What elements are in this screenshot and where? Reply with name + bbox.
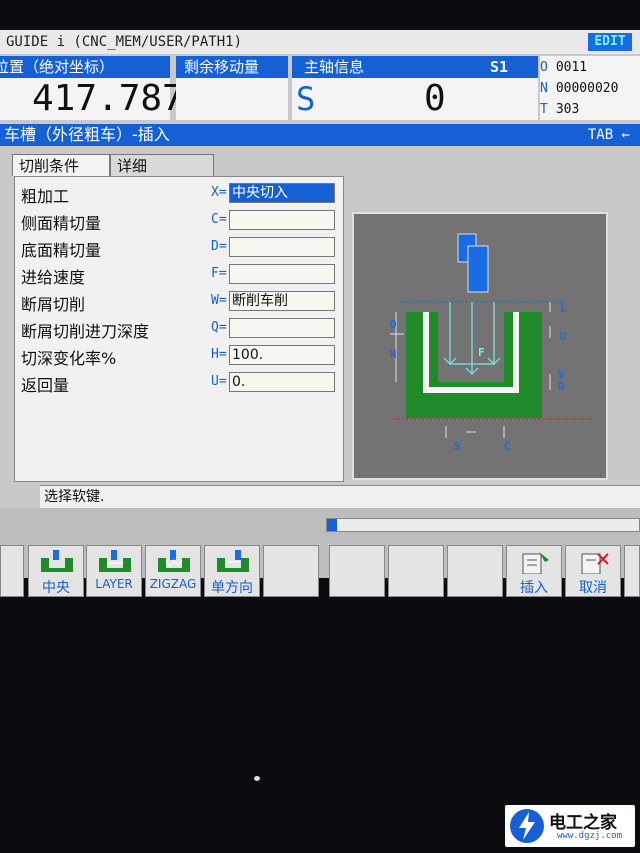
bottom-finish-field[interactable]: [229, 237, 335, 257]
remaining-panel: [176, 78, 288, 120]
spindle-s-letter: S: [296, 80, 316, 118]
title-bar: GUIDE i (CNC_MEM/USER/PATH1) EDIT: [0, 30, 640, 54]
sequence-number: 00000020: [555, 81, 619, 96]
insert-icon: [522, 552, 549, 574]
watermark-name: 电工之家: [549, 813, 617, 833]
softkey-blank-6[interactable]: [329, 545, 385, 597]
cnc-screen: GUIDE i (CNC_MEM/USER/PATH1) EDIT 位置（绝对坐…: [0, 30, 640, 597]
rough-field[interactable]: 中央切入: [229, 183, 335, 203]
one-direction-icon: [217, 550, 249, 572]
remaining-header: 剩余移动量: [176, 56, 288, 78]
layer-cut-icon: [99, 550, 131, 572]
depth-rate-field[interactable]: 100.: [229, 345, 335, 365]
remaining-label: 剩余移动量: [184, 58, 260, 76]
softkey-cancel[interactable]: 取消: [565, 545, 621, 597]
tab-detail[interactable]: 详细: [110, 154, 214, 176]
center-cut-icon: [41, 550, 73, 572]
softkey-blank-8[interactable]: [447, 545, 503, 597]
spindle-label: 主轴信息: [304, 58, 365, 76]
watermark-url: www.dgzj.com: [557, 831, 623, 841]
progress-bar: [326, 518, 640, 532]
tab-hint: TAB ←: [587, 127, 630, 143]
position-label: 位置（绝对坐标）: [0, 58, 115, 76]
screen-title: GUIDE i (CNC_MEM/USER/PATH1): [6, 34, 243, 50]
spindle-header: 主轴信息 S1: [292, 56, 538, 78]
softkey-blank-right[interactable]: [624, 545, 640, 597]
label-D: D: [558, 380, 565, 393]
feed-field[interactable]: [229, 264, 335, 284]
spindle-value: 0: [424, 78, 446, 119]
groove-illustration: L U Q H F V D S C: [390, 233, 594, 453]
position-value: 417.787: [32, 78, 184, 119]
program-number-row: O 0011: [540, 60, 588, 75]
finish-allowance-line: [423, 312, 519, 393]
cycle-input-area: 切削条件 详细 粗加工 X= 中央切入 侧面精切量 C= 底面精切量 D= 进给…: [0, 148, 640, 482]
grooving-diagram: L U Q H F V D S C: [352, 212, 608, 480]
watermark-logo: 电工之家 www.dgzj.com: [505, 805, 635, 847]
sequence-number-row: N 00000020: [540, 81, 619, 96]
tool-number: 303: [555, 102, 580, 117]
tool-number-row: T 303: [540, 102, 580, 117]
label-Q: Q: [390, 318, 397, 331]
feed-arrows: [443, 302, 501, 375]
label-C: C: [504, 440, 511, 453]
row-depth-rate: 切深变化率% H= 100.: [15, 343, 345, 369]
softkey-layer[interactable]: LAYER: [86, 545, 142, 597]
cycle-title: 车槽（外径粗车）-插入: [4, 125, 170, 144]
softkey-blank-5[interactable]: [263, 545, 319, 597]
row-feed: 进给速度 F=: [15, 262, 345, 288]
row-chip-break-depth: 断屑切削进刀深度 Q=: [15, 316, 345, 342]
position-header: 位置（绝对坐标）: [0, 56, 170, 78]
lightning-logo-icon: [510, 809, 544, 843]
softkey-blank-left[interactable]: [0, 545, 24, 597]
spindle-panel: [292, 78, 538, 120]
label-U: U: [560, 330, 567, 343]
softkey-one-direction[interactable]: 单方向: [204, 545, 260, 597]
program-number: 0011: [555, 60, 588, 75]
softkey-center[interactable]: 中央: [28, 545, 84, 597]
zigzag-cut-icon: [158, 550, 190, 572]
softkey-insert[interactable]: 插入: [506, 545, 562, 597]
tab-cutting-conditions[interactable]: 切削条件: [12, 154, 110, 176]
label-H: H: [390, 348, 397, 361]
light-reflection: [254, 776, 260, 781]
row-bottom-finish: 底面精切量 D=: [15, 235, 345, 261]
mode-indicator: EDIT: [588, 33, 632, 51]
row-return: 返回量 U= 0.: [15, 370, 345, 396]
side-finish-field[interactable]: [229, 210, 335, 230]
cancel-icon: [581, 553, 609, 574]
message-text: 选择软键.: [44, 489, 105, 505]
label-S: S: [454, 440, 461, 453]
cycle-title-bar: 车槽（外径粗车）-插入 TAB ←: [0, 124, 640, 146]
message-bar: 选择软键.: [40, 485, 640, 508]
spindle-channel: S1: [489, 58, 508, 76]
softkey-blank-7[interactable]: [388, 545, 444, 597]
label-F: F: [478, 346, 485, 359]
softkey-zigzag[interactable]: ZIGZAG: [145, 545, 201, 597]
chip-break-field[interactable]: 断削车削: [229, 291, 335, 311]
tool-insert-icon: [467, 245, 489, 293]
label-L: L: [560, 302, 567, 315]
row-rough: 粗加工 X= 中央切入: [15, 181, 345, 207]
return-field[interactable]: 0.: [229, 372, 335, 392]
row-chip-break: 断屑切削 W= 断削车削: [15, 289, 345, 315]
chip-break-depth-field[interactable]: [229, 318, 335, 338]
parameter-form: 粗加工 X= 中央切入 侧面精切量 C= 底面精切量 D= 进给速度 F= 断屑…: [14, 176, 344, 482]
row-side-finish: 侧面精切量 C=: [15, 208, 345, 234]
